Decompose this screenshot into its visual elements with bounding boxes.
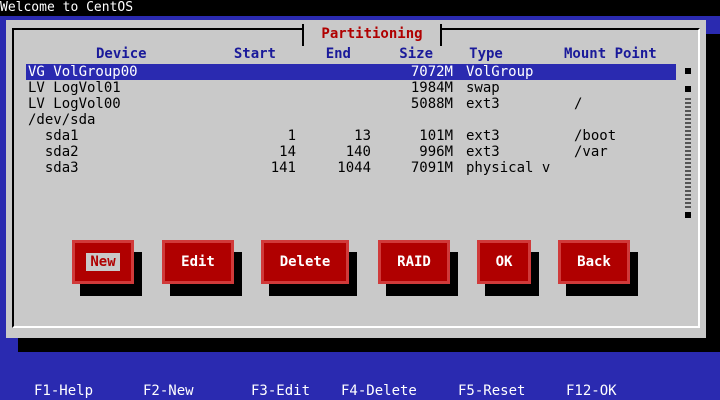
cell-size: 5088M [410,96,453,112]
hotkey-edit: F3-Edit [251,383,311,399]
cell-device: VG VolGroup00 [28,64,138,80]
cell-size: 7072M [410,64,453,80]
cell-device: LV LogVol00 [28,96,121,112]
cell-type: physical v [466,160,551,176]
delete-button-label: Delete [279,254,331,270]
hotkey-help: F1-Help [34,383,94,399]
welcome-title: Welcome to CentOS [0,0,134,15]
table-row[interactable]: sda1 1 13 101M ext3 /boot [26,128,676,144]
table-row[interactable]: VG VolGroup00 7072M VolGroup [26,64,676,80]
cell-device: sda3 [28,160,79,176]
edit-button-label: Edit [181,254,215,270]
cell-end: 1044 [337,160,371,176]
cell-device: sda1 [28,128,79,144]
cell-device: sda2 [28,144,79,160]
hotkey-reset: F5-Reset [458,383,526,399]
cell-size: 101M [419,128,453,144]
cell-mount: / [574,96,583,112]
new-button[interactable]: New [72,240,134,284]
raid-button[interactable]: RAID [378,240,450,284]
dialog-title: Partitioning [302,24,442,46]
cell-size: 7091M [410,160,453,176]
table-row[interactable]: LV LogVol01 1984M swap [26,80,676,96]
col-start: Start [233,46,276,62]
cell-size: 1984M [410,80,453,96]
cell-device: LV LogVol01 [28,80,121,96]
edit-button[interactable]: Edit [162,240,234,284]
raid-button-label: RAID [397,254,431,270]
cell-start: 1 [287,128,296,144]
cell-mount: /boot [574,128,617,144]
col-size: Size [399,46,433,62]
back-button-label: Back [577,254,611,270]
cell-mount: /var [574,144,608,160]
cell-size: 996M [419,144,453,160]
table-row[interactable]: /dev/sda [26,112,676,128]
scroll-up-icon[interactable] [685,68,691,74]
cell-type: VolGroup [466,64,534,80]
scroll-down-icon[interactable] [685,212,691,218]
ok-button-label: OK [495,254,513,270]
new-button-label: New [86,253,120,271]
hotkey-bar: F1-Help F2-New F3-Edit F4-Delete F5-Rese… [0,382,720,400]
top-title-bar: Welcome to CentOS [0,0,720,16]
scroll-thumb[interactable] [685,86,691,92]
cell-start: 14 [279,144,296,160]
cell-end: 140 [345,144,371,160]
table-row[interactable]: sda2 14 140 996M ext3 /var [26,144,676,160]
partitioning-dialog: Partitioning Device Start End Size Type … [6,20,706,338]
hotkey-delete: F4-Delete [341,383,417,399]
cell-type: swap [466,80,500,96]
hotkey-new: F2-New [143,383,194,399]
cell-type: ext3 [466,144,500,160]
hotkey-ok: F12-OK [566,383,617,399]
table-row[interactable]: sda3 141 1044 7091M physical v [26,160,676,176]
ok-button[interactable]: OK [477,240,531,284]
cell-start: 141 [270,160,296,176]
cell-type: ext3 [466,96,500,112]
cell-end: 13 [354,128,371,144]
back-button[interactable]: Back [558,240,630,284]
cell-device: /dev/sda [28,112,96,128]
delete-button[interactable]: Delete [261,240,349,284]
col-device: Device [96,46,147,62]
list-scrollbar[interactable] [685,68,691,218]
col-end: End [325,46,351,62]
scroll-track[interactable] [685,98,691,208]
cell-type: ext3 [466,128,500,144]
table-header: Device Start End Size Type Mount Point [16,46,666,62]
table-row[interactable]: LV LogVol00 5088M ext3 / [26,96,676,112]
col-mount: Mount Point [564,46,657,62]
col-type: Type [469,46,503,62]
